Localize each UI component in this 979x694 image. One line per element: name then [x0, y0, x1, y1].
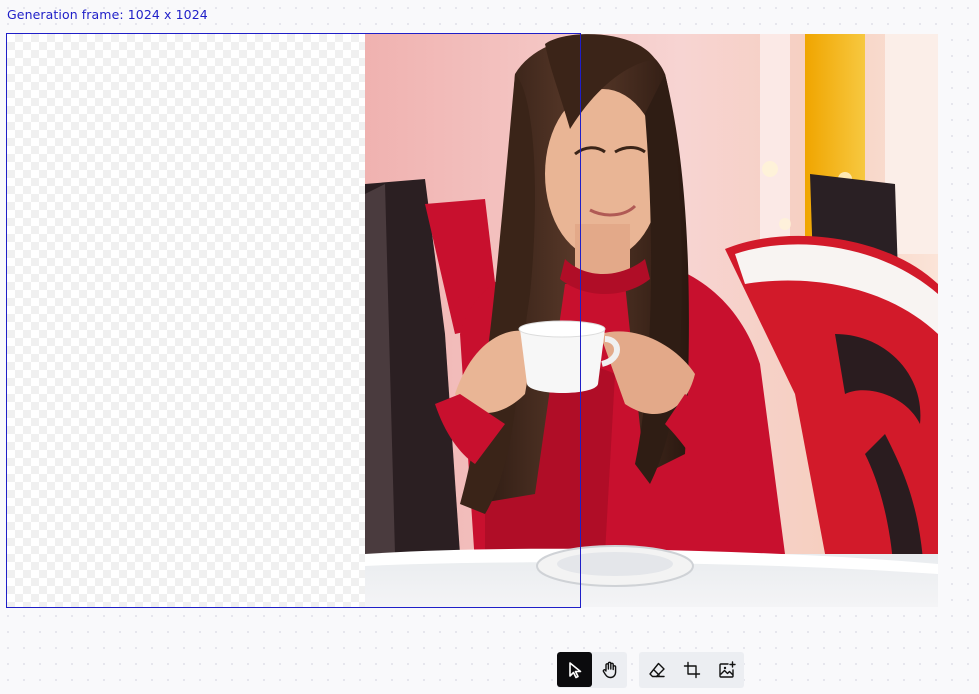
hand-icon	[602, 661, 616, 678]
add-image-tool-button[interactable]	[709, 652, 744, 687]
toolbar-group-navigation	[557, 652, 627, 688]
cursor-arrow-icon	[568, 661, 581, 678]
canvas-toolbar	[557, 652, 744, 688]
crop-frame-icon	[683, 661, 700, 678]
eraser-tool-button[interactable]	[639, 652, 674, 687]
generation-frame-label: Generation frame: 1024 x 1024	[7, 7, 208, 22]
canvas-image[interactable]	[365, 34, 938, 607]
photo-illustration	[365, 34, 938, 607]
pan-tool-button[interactable]	[592, 652, 627, 687]
eraser-icon	[648, 662, 665, 677]
select-tool-button[interactable]	[557, 652, 592, 687]
canvas[interactable]: Generation frame: 1024 x 1024	[0, 0, 979, 694]
crop-tool-button[interactable]	[674, 652, 709, 687]
image-add-icon	[718, 660, 736, 678]
toolbar-group-edit	[639, 652, 744, 688]
